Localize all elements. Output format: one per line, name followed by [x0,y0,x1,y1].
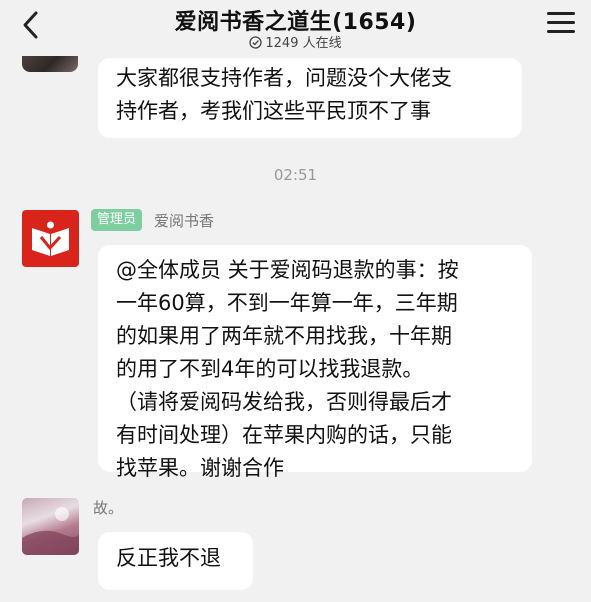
online-count-text: 1249 人在线 [265,36,342,51]
sender-name[interactable]: 爱阅书香 [154,210,214,231]
message-line: （请将爱阅码发给我，否则得最后才 [116,390,452,414]
timestamp: 02:51 [273,166,318,184]
message-bubble[interactable]: 大家都很支持作者，问题没个大佬支 持作者，考我们这些平民顶不了事 [98,58,522,138]
message-line: @全体成员 关于爱阅码退款的事：按 [116,258,459,282]
message-line: 持作者，考我们这些平民顶不了事 [116,99,431,123]
message-bubble[interactable]: @全体成员 关于爱阅码退款的事：按 一年60算，不到一年算一年，三年期 的如果用… [98,245,532,480]
message-line: 一年60算，不到一年算一年，三年期 [116,291,458,315]
menu-icon-bar [547,21,575,24]
admin-avatar[interactable] [22,210,79,267]
message-line: 找苹果。谢谢合作 [116,456,284,480]
admin-badge: 管理员 [91,209,143,231]
avatar-illustration [22,507,79,555]
online-status-icon [249,36,263,49]
menu-icon-bar [547,30,575,33]
message-line: 的如果用了两年就不用找我，十年期 [116,324,452,348]
menu-icon-bar [547,12,575,15]
message-text: 反正我不退 [116,546,221,570]
open-book-logo-icon [32,221,69,256]
message-line: 的用了不到4年的可以找我退款。 [116,357,424,381]
online-count: 1249 人在线 [0,32,591,51]
menu-button[interactable] [547,12,575,36]
message-bubble[interactable]: 反正我不退 [98,532,253,590]
message-line: 大家都很支持作者，问题没个大佬支 [116,66,452,90]
user-avatar[interactable] [22,498,79,555]
message-line: 有时间处理）在苹果内购的话，只能 [116,423,452,447]
sender-name[interactable]: 故。 [93,497,123,518]
chat-header: 爱阅书香之道生(1654) 1249 人在线 [0,0,591,56]
